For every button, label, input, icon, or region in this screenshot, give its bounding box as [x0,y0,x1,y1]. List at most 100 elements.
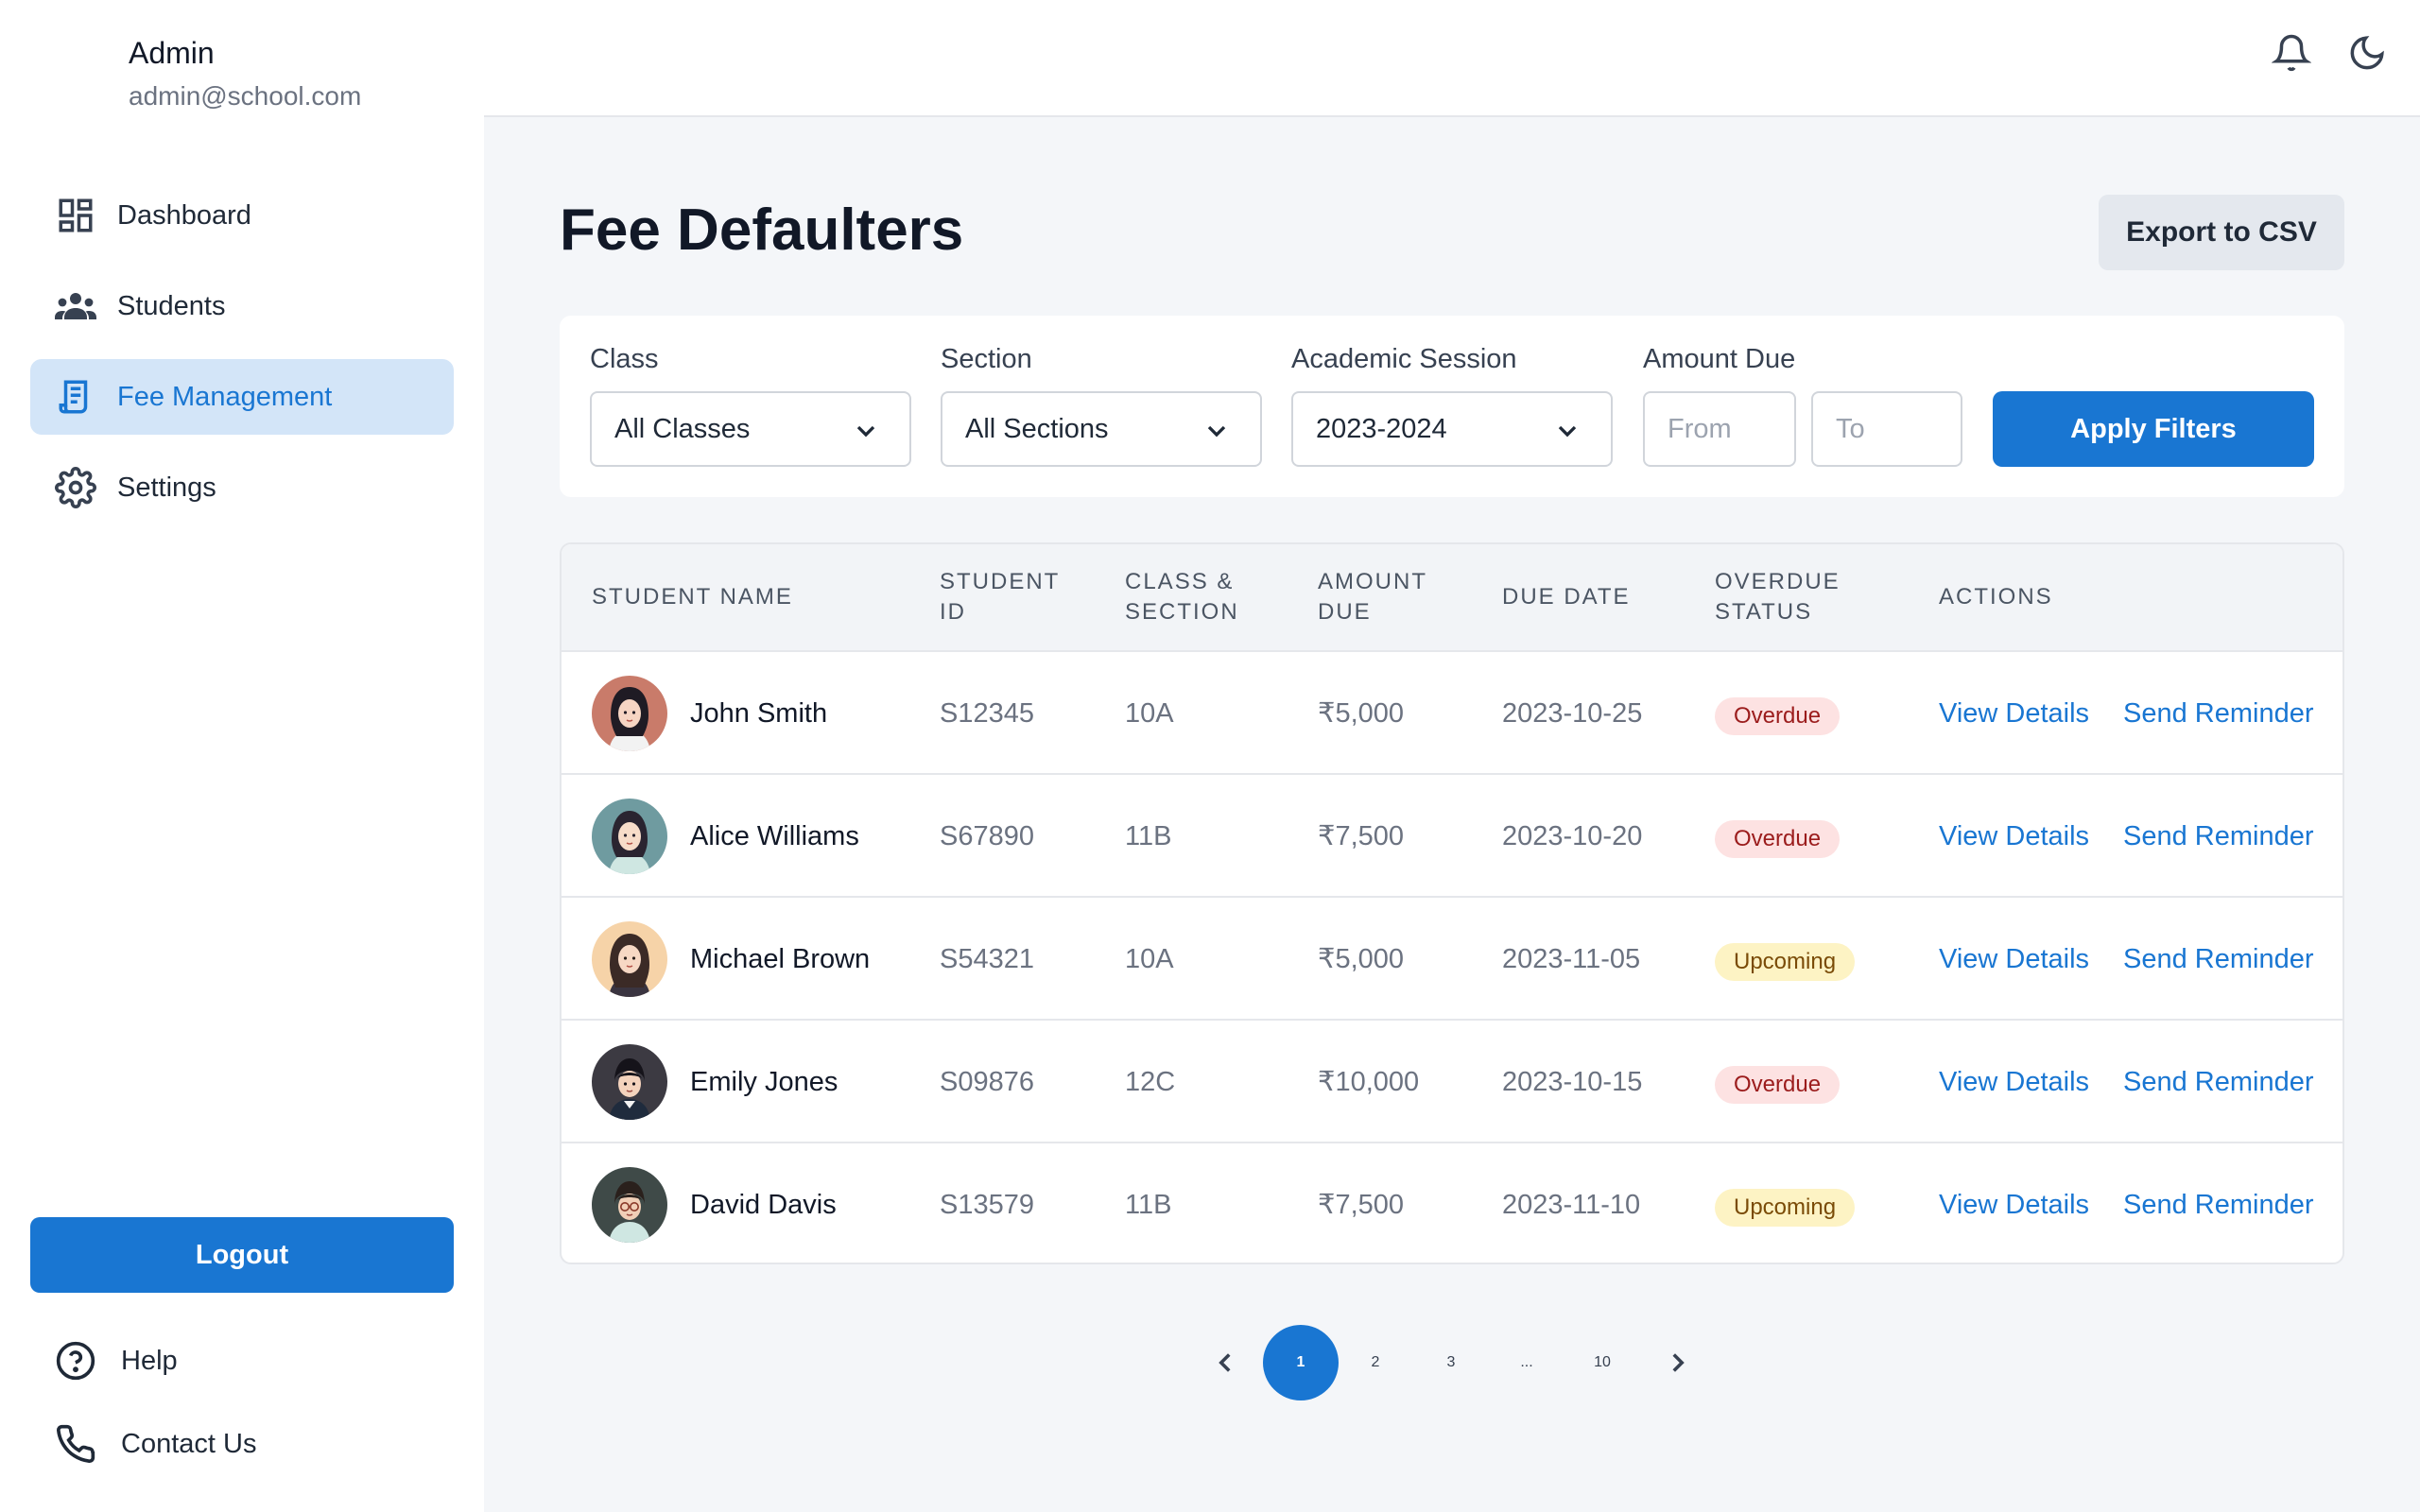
section-select-value: All Sections [965,413,1109,444]
student-name: Emily Jones [690,1067,838,1097]
filter-panel: Class All Classes Section All Sections A… [560,316,2344,497]
due-date: 2023-10-20 [1502,821,1643,851]
users-icon [53,284,98,329]
amount-due: ₹7,500 [1318,1190,1405,1220]
table-row: John Smith S12345 10A ₹5,000 2023-10-25 … [562,650,2342,773]
send-reminder-link[interactable]: Send Reminder [2123,817,2314,855]
phone-icon [53,1421,98,1467]
status-badge: Overdue [1715,697,1841,735]
previous-page-button[interactable] [1187,1325,1263,1400]
avatar [592,799,667,874]
next-page-button[interactable] [1640,1325,1716,1400]
chevron-down-icon [1558,425,1577,438]
amount-due: ₹7,500 [1318,821,1405,851]
header-actions: ACTIONS [1939,584,2053,610]
amount-to-input[interactable] [1811,391,1962,467]
due-date: 2023-10-25 [1502,698,1643,729]
moon-icon[interactable] [2341,26,2394,79]
table-row: Michael Brown S54321 10A ₹5,000 2023-11-… [562,896,2342,1019]
amount-from-input[interactable] [1643,391,1796,467]
amount-due: ₹10,000 [1318,1067,1420,1097]
chevron-right-icon [1672,1353,1685,1372]
send-reminder-link[interactable]: Send Reminder [2123,1063,2314,1101]
send-reminder-link[interactable]: Send Reminder [2123,940,2314,978]
section-filter-label: Section [941,344,1032,374]
page-button-2[interactable]: 2 [1338,1325,1413,1400]
help-link[interactable]: Help [53,1332,256,1389]
amount-filter-label: Amount Due [1643,344,1796,374]
sidebar-item-dashboard[interactable]: Dashboard [30,178,454,253]
class-select-value: All Classes [614,413,751,444]
apply-filters-button[interactable]: Apply Filters [1993,391,2314,467]
student-name: John Smith [690,698,828,729]
sidebar-nav: Dashboard Students Fee Management Settin… [30,178,454,541]
avatar [592,1167,667,1243]
student-id: S54321 [940,944,1034,974]
dashboard-icon [53,193,98,238]
chevron-down-icon [856,425,875,438]
sidebar-item-students[interactable]: Students [30,268,454,344]
session-select-value: 2023-2024 [1316,413,1447,444]
defaulters-table: STUDENT NAME STUDENT ID CLASS & SECTION AM… [560,542,2344,1264]
user-name: Admin [129,36,215,70]
view-details-link[interactable]: View Details [1939,695,2089,732]
export-csv-button[interactable]: Export to CSV [2099,195,2344,270]
page-ellipsis: ... [1520,1354,1533,1370]
page-button-10[interactable]: 10 [1564,1325,1640,1400]
chevron-down-icon [1207,425,1226,438]
header-student-id: STUDENT ID [940,569,1061,625]
header-student-name: STUDENT NAME [592,584,793,610]
sidebar-item-label: Fee Management [117,381,333,412]
header-amount-due: AMOUNT DUE [1318,569,1427,625]
gear-icon [53,465,98,510]
page-button-3[interactable]: 3 [1413,1325,1489,1400]
sidebar-item-settings[interactable]: Settings [30,450,454,525]
session-select[interactable]: 2023-2024 [1291,391,1613,467]
top-bar [484,0,2420,117]
class-section: 11B [1125,1190,1172,1220]
user-email: admin@school.com [129,81,362,111]
student-name: David Davis [690,1190,837,1220]
table-row: David Davis S13579 11B ₹7,500 2023-11-10… [562,1142,2342,1263]
status-badge: Overdue [1715,820,1841,858]
section-select[interactable]: All Sections [941,391,1262,467]
class-select[interactable]: All Classes [590,391,911,467]
student-id: S67890 [940,821,1034,851]
header-class-section: CLASS & SECTION [1125,569,1239,625]
contact-us-label: Contact Us [121,1428,257,1459]
student-id: S13579 [940,1190,1034,1220]
due-date: 2023-10-15 [1502,1067,1643,1097]
class-section: 11B [1125,821,1172,851]
sidebar-item-label: Students [117,290,226,321]
status-badge: Upcoming [1715,943,1856,981]
send-reminder-link[interactable]: Send Reminder [2123,695,2314,732]
view-details-link[interactable]: View Details [1939,817,2089,855]
table-row: Alice Williams S67890 11B ₹7,500 2023-10… [562,773,2342,896]
session-filter-label: Academic Session [1291,344,1517,374]
view-details-link[interactable]: View Details [1939,940,2089,978]
sidebar-item-label: Dashboard [117,199,251,231]
contact-us-link[interactable]: Contact Us [53,1416,256,1472]
class-section: 12C [1125,1067,1176,1097]
class-section: 10A [1125,944,1174,974]
view-details-link[interactable]: View Details [1939,1186,2089,1224]
table-row: Emily Jones S09876 12C ₹10,000 2023-10-1… [562,1019,2342,1142]
view-details-link[interactable]: View Details [1939,1063,2089,1101]
help-icon [53,1338,98,1383]
student-name: Alice Williams [690,821,859,851]
amount-due: ₹5,000 [1318,944,1405,974]
chevron-left-icon [1219,1353,1231,1372]
sidebar-footer-links: Help Contact Us [53,1332,256,1499]
due-date: 2023-11-05 [1502,944,1641,974]
avatar [592,1044,667,1120]
page-title: Fee Defaulters [560,198,964,263]
page-button-1[interactable]: 1 [1263,1325,1339,1400]
send-reminder-link[interactable]: Send Reminder [2123,1186,2314,1224]
sidebar-item-label: Settings [117,472,216,503]
due-date: 2023-11-10 [1502,1190,1641,1220]
bell-icon[interactable] [2265,26,2318,79]
avatar [592,921,667,997]
logout-button[interactable]: Logout [30,1217,454,1293]
sidebar-item-fee-management[interactable]: Fee Management [30,359,454,435]
status-badge: Upcoming [1715,1189,1856,1227]
